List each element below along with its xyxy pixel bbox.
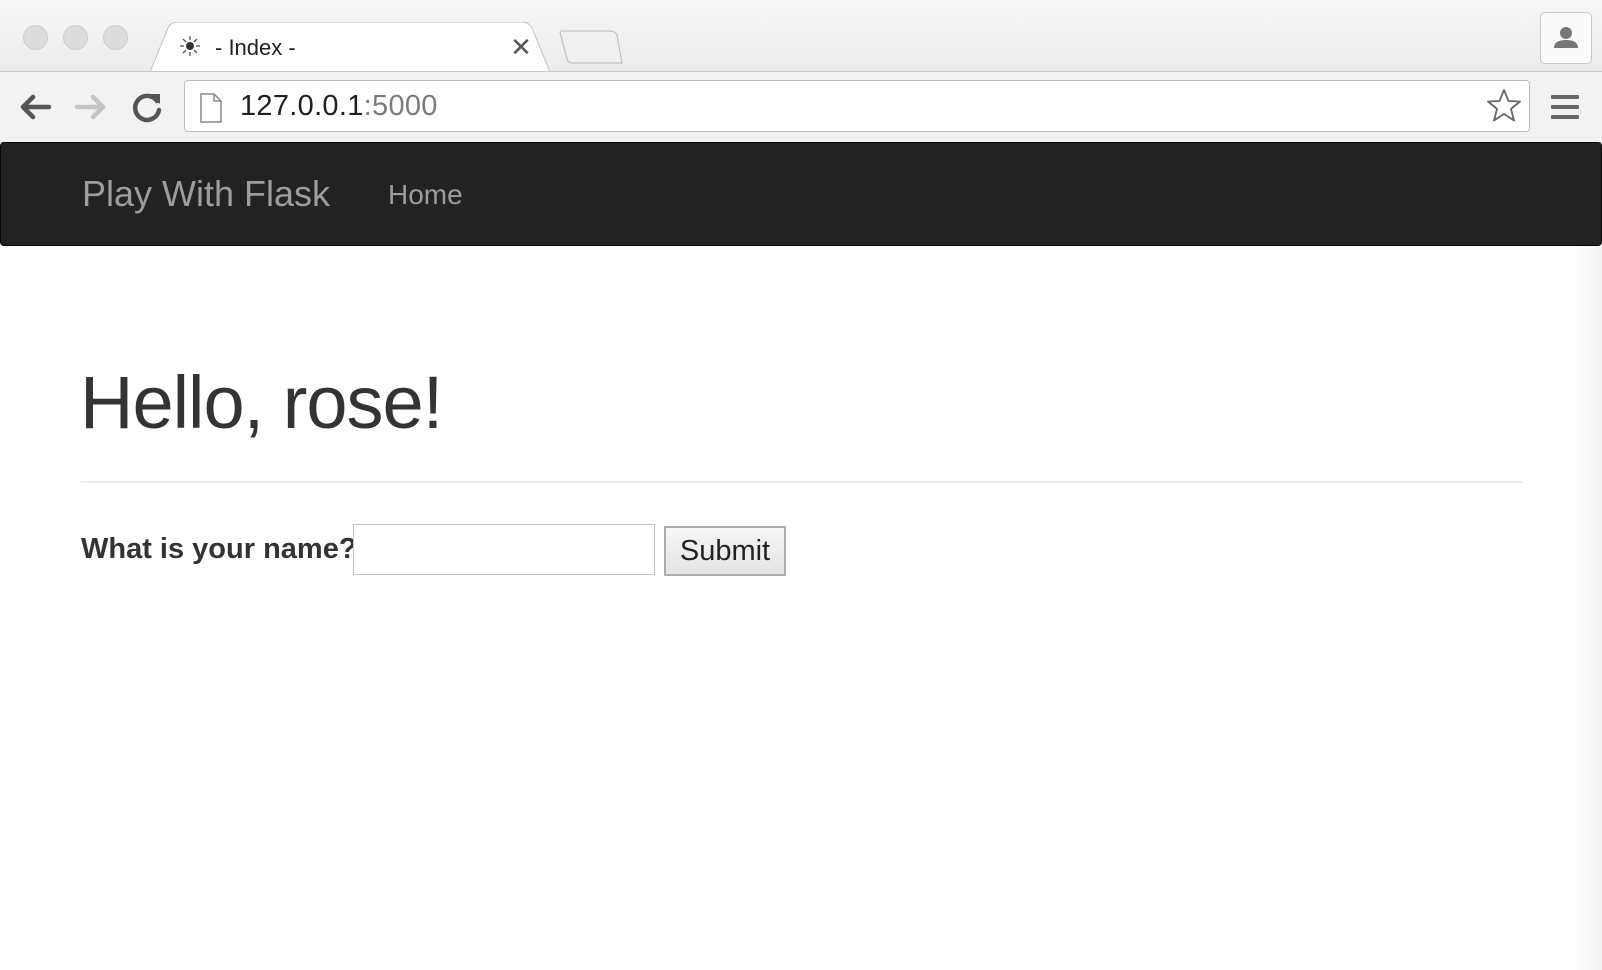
profile-button[interactable] bbox=[1540, 12, 1592, 64]
tab-title: - Index - bbox=[215, 35, 296, 60]
tab-shape bbox=[150, 22, 551, 73]
bookmark-star-icon[interactable] bbox=[1485, 87, 1523, 125]
back-arrow-icon[interactable] bbox=[16, 90, 54, 124]
reload-icon[interactable] bbox=[128, 90, 166, 124]
person-icon bbox=[1554, 27, 1578, 48]
hamburger-menu-icon[interactable] bbox=[1549, 92, 1581, 122]
bug-favicon-icon bbox=[178, 34, 208, 64]
site-navbar: Play With Flask Home bbox=[0, 142, 1602, 246]
url-text[interactable]: 127.0.0.1:5000 bbox=[240, 90, 438, 123]
url-port: :5000 bbox=[363, 90, 438, 122]
navbar-brand-link[interactable]: Play With Flask bbox=[82, 173, 330, 215]
browser-toolbar: 127.0.0.1:5000 bbox=[0, 72, 1602, 143]
name-input[interactable] bbox=[353, 524, 655, 575]
header-divider bbox=[81, 481, 1522, 483]
close-tab-icon[interactable]: ✕ bbox=[506, 32, 536, 62]
new-tab-button[interactable] bbox=[558, 30, 626, 66]
address-bar[interactable]: 127.0.0.1:5000 bbox=[184, 80, 1530, 132]
zoom-window-button[interactable] bbox=[103, 25, 128, 50]
page-heading: Hello, rose! bbox=[80, 361, 443, 444]
scroll-edge-shadow bbox=[1575, 246, 1602, 970]
name-label: What is your name? bbox=[81, 533, 357, 565]
submit-button[interactable]: Submit bbox=[664, 526, 786, 576]
page-icon bbox=[200, 93, 222, 123]
browser-tabstrip: - Index - ✕ bbox=[0, 0, 1602, 73]
forward-arrow-icon[interactable] bbox=[72, 90, 110, 124]
minimize-window-button[interactable] bbox=[63, 25, 88, 50]
close-window-button[interactable] bbox=[23, 25, 48, 50]
url-host: 127.0.0.1 bbox=[240, 90, 364, 122]
nav-link-home[interactable]: Home bbox=[388, 179, 463, 211]
browser-tab-active[interactable]: - Index - ✕ bbox=[150, 22, 562, 73]
